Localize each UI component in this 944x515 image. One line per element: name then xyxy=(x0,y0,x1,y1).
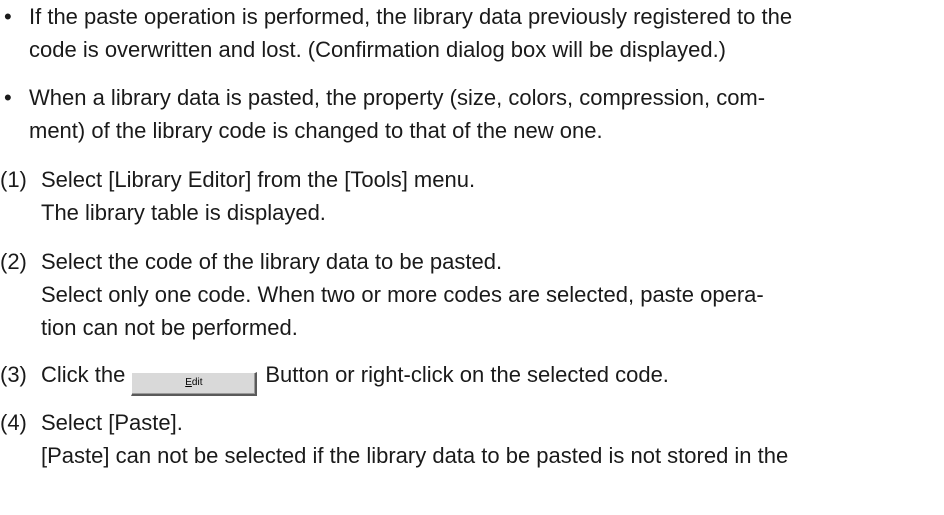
text-line: ment) of the library code is changed to … xyxy=(29,118,603,143)
text-line: Select [Paste]. xyxy=(41,410,183,435)
step-text-before-button: Click the xyxy=(41,362,126,387)
step-number: (4) xyxy=(0,410,27,435)
bullet-text: When a library data is pasted, the prope… xyxy=(29,81,765,147)
text-line: tion can not be performed. xyxy=(41,315,298,340)
text-line: code is overwritten and lost. (Confirmat… xyxy=(29,37,727,62)
note-bullet-property: • When a library data is pasted, the pro… xyxy=(0,81,944,147)
bullet-marker: • xyxy=(4,85,12,110)
text-line: Select [Library Editor] from the [Tools]… xyxy=(41,167,476,192)
step-3: (3) Click the Edit Button or right-click o… xyxy=(0,358,944,396)
step-text: Click the Edit Button or right-click on th… xyxy=(41,358,669,396)
step-number: (2) xyxy=(0,249,27,274)
step-number: (1) xyxy=(0,167,27,192)
text-line: Click the Edit Button or right-click on th… xyxy=(41,358,669,396)
step-4: (4) Select [Paste]. [Paste] can not be s… xyxy=(0,406,944,472)
text-line: Select the code of the library data to b… xyxy=(41,249,503,274)
edit-button[interactable]: Edit xyxy=(131,372,258,396)
text-line: When a library data is pasted, the prope… xyxy=(29,85,766,110)
note-bullet-overwrite: • If the paste operation is performed, t… xyxy=(0,0,944,66)
step-text: Select the code of the library data to b… xyxy=(41,245,764,344)
bullet-marker: • xyxy=(4,4,12,29)
text-line: If the paste operation is performed, the… xyxy=(29,4,793,29)
text-line: [Paste] can not be selected if the libra… xyxy=(41,443,789,468)
step-text-after-button: Button or right-click on the selected co… xyxy=(265,362,669,387)
step-1: (1) Select [Library Editor] from the [To… xyxy=(0,163,944,229)
edit-button-mnemonic: E xyxy=(185,377,192,388)
bullet-text: If the paste operation is performed, the… xyxy=(29,0,792,66)
edit-button-label: dit xyxy=(191,377,203,388)
step-2: (2) Select the code of the library data … xyxy=(0,245,944,344)
step-text: Select [Library Editor] from the [Tools]… xyxy=(41,163,475,229)
text-line: Select only one code. When two or more c… xyxy=(41,282,764,307)
step-number: (3) xyxy=(0,362,27,387)
text-line: The library table is displayed. xyxy=(41,200,326,225)
step-text: Select [Paste]. [Paste] can not be selec… xyxy=(41,406,788,472)
